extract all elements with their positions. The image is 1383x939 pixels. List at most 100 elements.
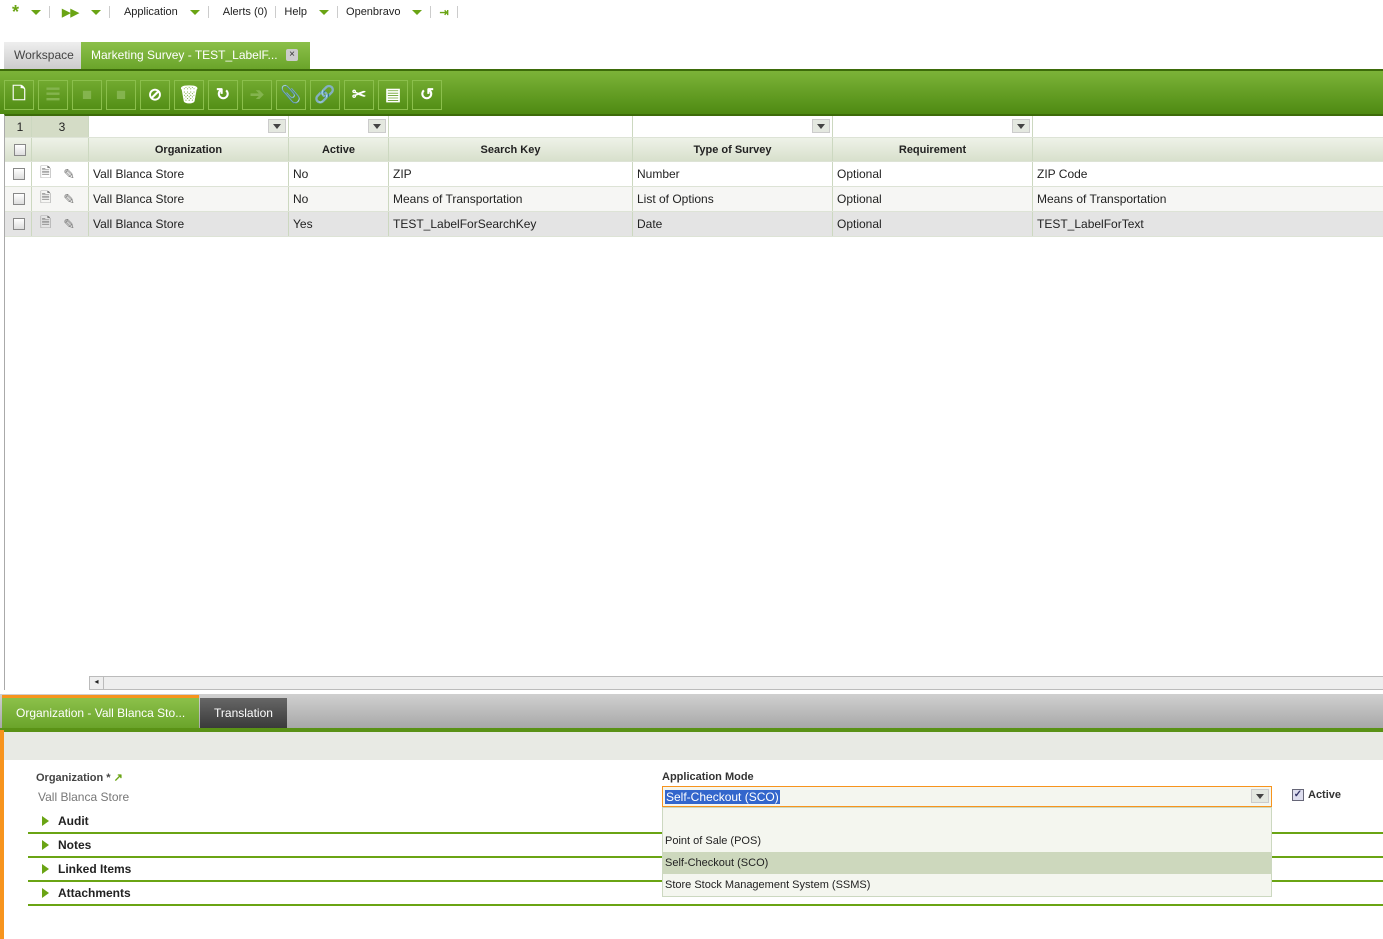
table-cell[interactable]: Optional bbox=[833, 162, 1033, 186]
application-mode-label: Application Mode bbox=[662, 771, 754, 783]
open-form-icon[interactable]: 🗎 bbox=[40, 162, 51, 186]
table-cell[interactable]: ZIP Code bbox=[1033, 162, 1383, 186]
help-menu[interactable]: Help bbox=[276, 6, 339, 18]
select-all-checkbox[interactable] bbox=[14, 143, 26, 156]
filter-requirement[interactable] bbox=[833, 116, 1033, 137]
column-header-active[interactable]: Active bbox=[289, 138, 389, 161]
table-cell[interactable]: Number bbox=[633, 162, 833, 186]
quick-create-menu[interactable]: * bbox=[0, 2, 51, 22]
edit-pencil-icon[interactable]: ✎ bbox=[63, 191, 75, 208]
form-view-button[interactable]: ▤ bbox=[378, 80, 408, 110]
table-cell[interactable]: ZIP bbox=[389, 162, 633, 186]
application-menu[interactable]: Application bbox=[110, 6, 209, 18]
user-menu[interactable]: Openbravo bbox=[338, 6, 432, 18]
new-document-button[interactable]: 🗋 bbox=[4, 80, 34, 110]
grid-row-icon: ☰ bbox=[45, 85, 61, 104]
expand-arrow-icon bbox=[42, 816, 49, 826]
open-form-icon[interactable]: 🗎 bbox=[40, 187, 51, 211]
column-header-organization[interactable]: Organization bbox=[89, 138, 289, 161]
paperclip-icon: 📎 bbox=[280, 85, 302, 104]
undo-selection-button[interactable]: ↺ bbox=[412, 80, 442, 110]
table-row[interactable]: 🗎 ✎ Vall Blanca Store No ZIP Number Optional ZI… bbox=[5, 162, 1383, 187]
open-form-icon[interactable]: 🗎 bbox=[40, 212, 51, 236]
data-grid: 1 3 Organization Active Search Key Type … bbox=[4, 114, 1383, 690]
table-cell[interactable]: Means of Transportation bbox=[1033, 187, 1383, 211]
table-cell[interactable]: TEST_LabelForText bbox=[1033, 212, 1383, 236]
subtab-organization[interactable]: Organization - Vall Blanca Sto... bbox=[2, 695, 199, 728]
filter-type[interactable] bbox=[633, 116, 833, 137]
export-button[interactable]: ➔ bbox=[242, 80, 272, 110]
tab-marketing-survey[interactable]: Marketing Survey - TEST_LabelF... × bbox=[81, 42, 310, 69]
table-cell[interactable]: List of Options bbox=[633, 187, 833, 211]
table-cell[interactable]: Vall Blanca Store bbox=[89, 187, 289, 211]
logout-button[interactable]: ⇥ bbox=[431, 6, 458, 19]
row-checkbox[interactable] bbox=[13, 193, 25, 205]
attach-button[interactable]: 📎 bbox=[276, 80, 306, 110]
filter-organization[interactable] bbox=[89, 116, 289, 137]
link-button[interactable]: 🔗 bbox=[310, 80, 340, 110]
row-checkbox[interactable] bbox=[13, 218, 25, 230]
table-cell[interactable]: Means of Transportation bbox=[389, 187, 633, 211]
filter-search-key[interactable] bbox=[389, 116, 633, 137]
expand-arrow-icon bbox=[42, 888, 49, 898]
save-icon: ■ bbox=[81, 85, 93, 104]
refresh-button[interactable]: ↻ bbox=[208, 80, 238, 110]
table-cell[interactable]: No bbox=[289, 187, 389, 211]
link-arrow-icon[interactable]: ↗ bbox=[114, 772, 123, 784]
save-button[interactable]: ■ bbox=[72, 80, 102, 110]
filter-label[interactable] bbox=[1033, 116, 1383, 137]
table-cell[interactable]: TEST_LabelForSearchKey bbox=[389, 212, 633, 236]
column-header-search-key[interactable]: Search Key bbox=[389, 138, 633, 161]
close-tab-icon[interactable]: × bbox=[286, 49, 298, 61]
export-icon: ➔ bbox=[249, 85, 265, 104]
organization-label: Organization * ↗ bbox=[36, 772, 123, 784]
column-header-requirement[interactable]: Requirement bbox=[833, 138, 1033, 161]
edit-pencil-icon[interactable]: ✎ bbox=[63, 216, 75, 233]
new-row-button[interactable]: ☰ bbox=[38, 80, 68, 110]
chevron-down-icon[interactable] bbox=[1012, 119, 1030, 133]
save-close-button[interactable]: ■ bbox=[106, 80, 136, 110]
checklist-undo-icon: ↺ bbox=[419, 85, 435, 104]
chevron-down-icon[interactable] bbox=[812, 119, 830, 133]
column-header-type[interactable]: Type of Survey bbox=[633, 138, 833, 161]
option-sco[interactable]: Self-Checkout (SCO) bbox=[663, 852, 1271, 874]
option-ssms[interactable]: Store Stock Management System (SSMS) bbox=[663, 874, 1271, 896]
expand-arrow-icon bbox=[42, 864, 49, 874]
option-pos[interactable]: Point of Sale (POS) bbox=[663, 830, 1271, 852]
row-count: 3 bbox=[32, 116, 89, 137]
chevron-down-icon[interactable] bbox=[368, 119, 386, 133]
chevron-down-icon[interactable] bbox=[1251, 789, 1269, 803]
table-cell[interactable]: Vall Blanca Store bbox=[89, 162, 289, 186]
table-cell[interactable]: Yes bbox=[289, 212, 389, 236]
chevron-down-icon[interactable] bbox=[268, 119, 286, 133]
table-row[interactable]: 🗎 ✎ Vall Blanca Store Yes TEST_LabelForSearc… bbox=[5, 212, 1383, 237]
edit-pencil-icon[interactable]: ✎ bbox=[63, 166, 75, 183]
table-cell[interactable]: Optional bbox=[833, 212, 1033, 236]
tab-workspace[interactable]: Workspace bbox=[4, 42, 84, 69]
table-cell[interactable]: Date bbox=[633, 212, 833, 236]
cancel-button[interactable]: ⊘ bbox=[140, 80, 170, 110]
subtab-translation[interactable]: Translation bbox=[200, 698, 287, 728]
application-mode-dropdown: Point of Sale (POS) Self-Checkout (SCO) … bbox=[662, 807, 1272, 897]
table-cell[interactable]: Optional bbox=[833, 187, 1033, 211]
row-checkbox[interactable] bbox=[13, 168, 25, 180]
delete-button[interactable]: 🗑 bbox=[174, 80, 204, 110]
cancel-icon: ⊘ bbox=[147, 85, 163, 104]
tools-button[interactable]: ✂ bbox=[344, 80, 374, 110]
scroll-left-icon[interactable]: ◂ bbox=[90, 677, 104, 689]
table-cell[interactable]: No bbox=[289, 162, 389, 186]
active-indicator bbox=[0, 730, 4, 939]
table-row[interactable]: 🗎 ✎ Vall Blanca Store No Means of Transporta… bbox=[5, 187, 1383, 212]
horizontal-scrollbar[interactable]: ◂ bbox=[89, 676, 1383, 690]
selected-count: 1 bbox=[5, 116, 32, 137]
alerts-link[interactable]: Alerts (0) bbox=[209, 6, 277, 18]
table-cell[interactable]: Vall Blanca Store bbox=[89, 212, 289, 236]
filter-active[interactable] bbox=[289, 116, 389, 137]
application-mode-select[interactable]: Self-Checkout (SCO) bbox=[662, 786, 1272, 807]
active-checkbox[interactable]: ✓ bbox=[1292, 789, 1304, 801]
logout-icon: ⇥ bbox=[439, 6, 449, 19]
quick-launch-menu[interactable]: ▶▶ bbox=[50, 6, 110, 19]
trash-icon: 🗑 bbox=[178, 85, 200, 104]
wrench-icon: ✂ bbox=[351, 85, 367, 104]
column-header-label[interactable] bbox=[1033, 138, 1383, 161]
